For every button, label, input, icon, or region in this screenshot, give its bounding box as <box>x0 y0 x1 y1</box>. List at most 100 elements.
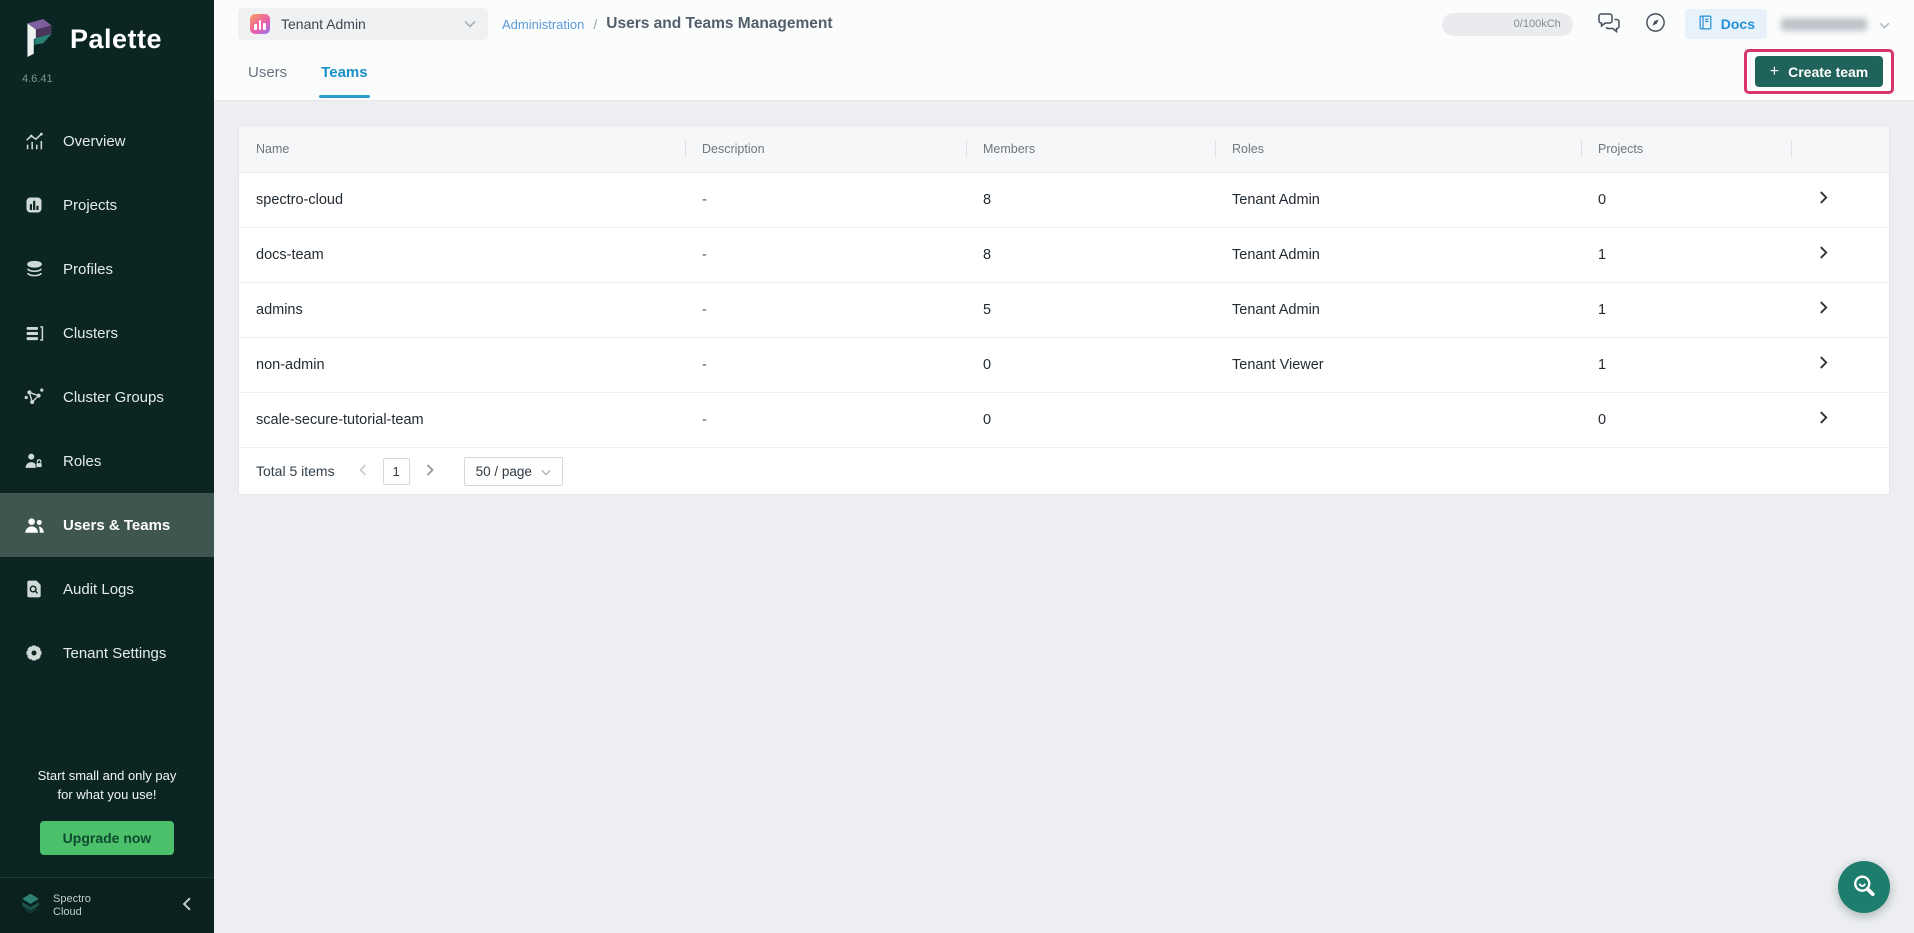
cell-description: - <box>685 247 966 263</box>
annotation-highlight-box: + Create team <box>1744 49 1894 94</box>
sidebar-nav: Overview Projects Profiles <box>0 109 214 685</box>
promo-line2: for what you use! <box>14 786 200 805</box>
sidebar-item-clusters[interactable]: Clusters <box>0 301 214 365</box>
sidebar-item-label: Projects <box>63 197 117 214</box>
chevron-right-icon <box>1819 301 1828 319</box>
cluster-groups-icon <box>22 385 46 409</box>
table-row[interactable]: admins - 5 Tenant Admin 1 <box>239 283 1889 338</box>
row-expand-button[interactable] <box>1791 246 1889 264</box>
sidebar-item-label: Profiles <box>63 261 113 278</box>
table-row[interactable]: docs-team - 8 Tenant Admin 1 <box>239 228 1889 283</box>
breadcrumb: Administration / Users and Teams Managem… <box>502 15 833 33</box>
sidebar-item-label: Cluster Groups <box>63 389 164 406</box>
next-page-button[interactable] <box>420 458 440 485</box>
tenant-scope-label: Tenant Admin <box>281 16 453 32</box>
table-row[interactable]: scale-secure-tutorial-team - 0 0 <box>239 393 1889 448</box>
page-size-label: 50 / page <box>476 464 532 479</box>
tab-users[interactable]: Users <box>246 44 289 100</box>
app-name: Palette <box>70 24 162 55</box>
brand-bottom: Cloud <box>53 906 91 919</box>
chevron-down-icon <box>1879 17 1890 32</box>
page-number-button[interactable]: 1 <box>383 458 410 485</box>
page-header: Tenant Admin Administration / Users and … <box>214 0 1914 101</box>
sidebar-item-cluster-groups[interactable]: Cluster Groups <box>0 365 214 429</box>
sidebar-item-roles[interactable]: Roles <box>0 429 214 493</box>
table-row[interactable]: non-admin - 0 Tenant Viewer 1 <box>239 338 1889 393</box>
cell-members: 0 <box>966 412 1215 428</box>
table-row[interactable]: spectro-cloud - 8 Tenant Admin 0 <box>239 173 1889 228</box>
chevron-right-icon <box>1819 191 1828 209</box>
column-header-description: Description <box>685 126 966 172</box>
column-header-members: Members <box>966 126 1215 172</box>
cell-projects: 0 <box>1581 412 1791 428</box>
page-title: Users and Teams Management <box>606 15 832 33</box>
chevron-right-icon <box>1819 411 1828 429</box>
projects-icon <box>22 193 46 217</box>
cell-roles: Tenant Admin <box>1215 192 1581 208</box>
brand-name: Spectro Cloud <box>53 893 91 918</box>
chevron-right-icon <box>1819 246 1828 264</box>
create-team-button[interactable]: + Create team <box>1755 56 1884 87</box>
sidebar-item-projects[interactable]: Projects <box>0 173 214 237</box>
chevron-right-icon <box>1819 356 1828 374</box>
user-account-menu[interactable] <box>1781 17 1890 32</box>
cell-description: - <box>685 412 966 428</box>
sidebar-footer: Spectro Cloud <box>0 877 214 933</box>
column-header-name: Name <box>239 126 685 172</box>
app-logo: Palette <box>20 16 214 63</box>
plus-icon: + <box>1770 64 1779 80</box>
sidebar-item-overview[interactable]: Overview <box>0 109 214 173</box>
clusters-icon <box>22 321 46 345</box>
brand-top: Spectro <box>53 893 91 906</box>
cell-projects: 1 <box>1581 302 1791 318</box>
sidebar-item-label: Overview <box>63 133 126 150</box>
docs-label: Docs <box>1721 16 1755 32</box>
sidebar-item-label: Users & Teams <box>63 517 170 534</box>
row-expand-button[interactable] <box>1791 191 1889 209</box>
breadcrumb-separator: / <box>593 16 597 32</box>
users-teams-icon <box>22 513 46 537</box>
cell-projects: 0 <box>1581 192 1791 208</box>
cell-members: 5 <box>966 302 1215 318</box>
magnifier-smile-icon <box>1850 872 1878 903</box>
tab-users-label: Users <box>248 64 287 81</box>
column-header-actions <box>1791 126 1889 172</box>
sidebar-item-label: Tenant Settings <box>63 645 166 662</box>
cell-roles: Tenant Admin <box>1215 302 1581 318</box>
main-content: Name Description Members Roles Projects … <box>214 101 1914 933</box>
sidebar-item-audit-logs[interactable]: Audit Logs <box>0 557 214 621</box>
cell-members: 8 <box>966 247 1215 263</box>
column-header-roles: Roles <box>1215 126 1581 172</box>
previous-page-button[interactable] <box>353 458 373 485</box>
tenant-scope-selector[interactable]: Tenant Admin <box>238 8 488 40</box>
sidebar-item-tenant-settings[interactable]: Tenant Settings <box>0 621 214 685</box>
sidebar-item-label: Roles <box>63 453 101 470</box>
sidebar: Palette 4.6.41 Overview <box>0 0 214 933</box>
book-icon <box>1697 14 1714 34</box>
chevron-left-icon <box>182 897 192 914</box>
cell-roles: Tenant Viewer <box>1215 357 1581 373</box>
tab-teams[interactable]: Teams <box>319 44 369 100</box>
feedback-chat-button[interactable] <box>1596 12 1622 37</box>
chevron-down-icon <box>541 464 551 479</box>
row-expand-button[interactable] <box>1791 411 1889 429</box>
breadcrumb-administration-link[interactable]: Administration <box>502 17 584 32</box>
help-widget-button[interactable] <box>1838 861 1890 913</box>
explore-compass-button[interactable] <box>1644 11 1667 37</box>
row-expand-button[interactable] <box>1791 356 1889 374</box>
cell-roles: Tenant Admin <box>1215 247 1581 263</box>
sidebar-item-label: Audit Logs <box>63 581 134 598</box>
compass-icon <box>1644 11 1667 37</box>
sidebar-item-profiles[interactable]: Profiles <box>0 237 214 301</box>
cell-name: docs-team <box>239 247 685 263</box>
upgrade-now-button[interactable]: Upgrade now <box>40 821 175 855</box>
collapse-sidebar-button[interactable] <box>178 893 196 918</box>
row-expand-button[interactable] <box>1791 301 1889 319</box>
usage-quota-badge: 0/100kCh <box>1442 13 1573 36</box>
sidebar-item-users-teams[interactable]: Users & Teams <box>0 493 214 557</box>
chat-bubbles-icon <box>1596 12 1622 37</box>
page-size-select[interactable]: 50 / page <box>464 457 563 486</box>
tab-teams-label: Teams <box>321 64 367 81</box>
cell-description: - <box>685 192 966 208</box>
docs-button[interactable]: Docs <box>1685 9 1767 39</box>
